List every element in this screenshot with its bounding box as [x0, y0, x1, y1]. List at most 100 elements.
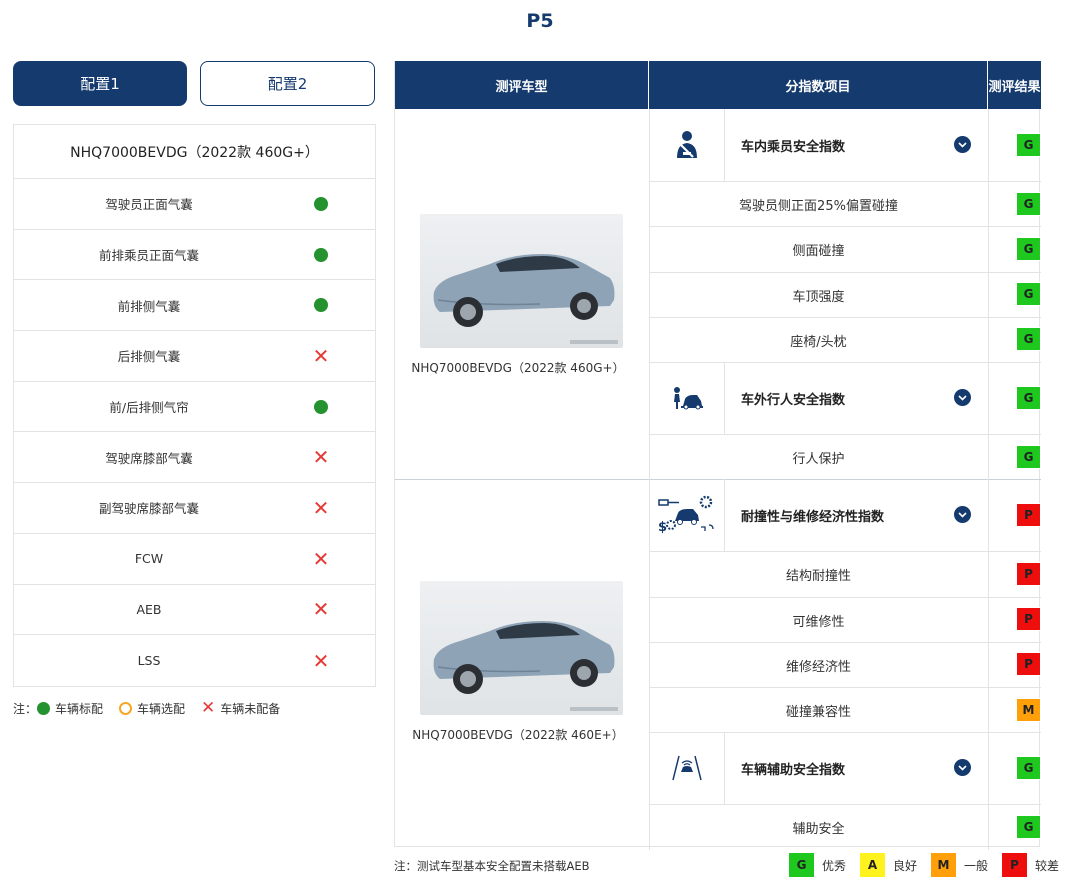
config-row: AEB ✕ — [14, 585, 375, 636]
rating-legend-label: 较差 — [1035, 858, 1060, 873]
not-equipped-cross-icon: ✕ — [312, 445, 330, 470]
sub-item-label: 碰撞兼容性 — [785, 705, 851, 720]
bottom-note: 注：测试车型基本安全配置未搭载AEB — [394, 859, 590, 873]
config-row-label: LSS — [137, 653, 161, 669]
sub-item-label: 结构耐撞性 — [785, 569, 851, 585]
car-photo — [420, 214, 623, 348]
config-row-label: 驾驶席膝部气囊 — [105, 450, 193, 466]
sub-item-label: 侧面碰撞 — [792, 244, 845, 260]
config-row-label: AEB — [136, 601, 162, 617]
config-row: 前排侧气囊 — [14, 280, 375, 332]
rating-legend-item: P 较差 — [1002, 853, 1059, 877]
standard-dot-icon — [312, 398, 330, 416]
rating-legend: G 优秀 A 良好 M 一般 P 较差 — [789, 853, 1059, 877]
sub-item-label: 行人保护 — [792, 452, 845, 467]
not-equipped-cross-icon: ✕ — [201, 698, 216, 718]
config-row-label: 前排侧气囊 — [117, 298, 181, 314]
rating-badge: G — [1016, 236, 1041, 261]
car-photo — [420, 581, 623, 715]
rating-legend-badge: A — [860, 853, 886, 877]
rating-legend-label: 一般 — [964, 858, 989, 873]
rating-legend-badge: M — [931, 853, 957, 877]
standard-dot-icon — [312, 296, 330, 314]
sub-item-label: 辅助安全 — [792, 822, 845, 838]
config-row-label: 后排侧气囊 — [117, 349, 181, 365]
rating-badge: G — [1016, 444, 1041, 469]
config-model-title: NHQ7000BEVDG（2022款 460G+） — [14, 125, 375, 179]
optional-ring-icon — [119, 702, 133, 715]
rating-legend-badge: G — [789, 853, 814, 877]
config-row: 驾驶席膝部气囊 ✕ — [14, 432, 375, 484]
rating-legend-item: A 良好 — [860, 853, 917, 877]
pedestrian-car-icon — [650, 362, 724, 434]
config-table: NHQ7000BEVDG（2022款 460G+） 驾驶员正面气囊 前排乘员正面气… — [13, 124, 376, 687]
tab-config-2[interactable]: 配置2 — [200, 61, 375, 106]
car-caption: NHQ7000BEVDG（2022款 460E+） — [412, 728, 624, 742]
config-row: 副驾驶席膝部气囊 ✕ — [14, 483, 375, 534]
not-equipped-cross-icon: ✕ — [312, 546, 330, 571]
legend-not-equipped: 车辆未配备 — [220, 702, 281, 716]
config-row: LSS ✕ — [14, 635, 375, 686]
rating-badge: P — [1016, 652, 1041, 677]
chevron-down-icon[interactable] — [954, 759, 971, 777]
config-row: 驾驶员正面气囊 — [14, 179, 375, 230]
chevron-down-icon[interactable] — [954, 136, 971, 153]
rating-legend-label: 优秀 — [822, 858, 847, 873]
tab-config-1[interactable]: 配置1 — [13, 61, 187, 106]
config-row-label: FCW — [134, 551, 164, 567]
chevron-down-icon[interactable] — [954, 389, 971, 406]
rating-badge: P — [1016, 561, 1041, 586]
driver-assist-icon — [650, 732, 724, 804]
config-row-label: 前/后排侧气帘 — [109, 400, 189, 416]
config-row: 前/后排侧气帘 — [14, 382, 375, 433]
results-table: 测评车型 分指数项目 测评结果 NHQ7000BEVDG（2022款 460G+… — [394, 61, 1041, 850]
standard-dot-icon — [312, 195, 330, 213]
sub-item-label: 座椅/头枕 — [790, 334, 847, 350]
rating-badge: P — [1016, 607, 1041, 632]
rating-badge: G — [1016, 191, 1041, 216]
not-equipped-cross-icon: ✕ — [312, 648, 330, 673]
legend-standard: 车辆标配 — [55, 702, 104, 716]
sub-item-label: 车顶强度 — [792, 289, 845, 305]
not-equipped-cross-icon: ✕ — [312, 495, 330, 520]
standard-dot-icon — [312, 246, 330, 264]
rating-badge: M — [1016, 697, 1041, 722]
rating-badge: G — [1016, 133, 1041, 157]
not-equipped-cross-icon: ✕ — [312, 597, 330, 622]
rating-badge: G — [1016, 386, 1041, 410]
header-item: 分指数项目 — [649, 61, 988, 109]
rating-badge: G — [1016, 282, 1041, 307]
svg-text:$: $ — [658, 520, 667, 535]
category-title: 耐撞性与维修经济性指数 — [741, 510, 885, 526]
sub-item-label: 维修经济性 — [785, 659, 851, 675]
header-car: 测评车型 — [395, 61, 649, 109]
results-table-header: 测评车型 分指数项目 测评结果 — [395, 61, 1041, 109]
header-result: 测评结果 — [988, 79, 1041, 95]
rating-legend-label: 良好 — [893, 858, 918, 873]
sub-item-label: 驾驶员侧正面25%偏置碰撞 — [739, 199, 898, 214]
seatbelt-occupant-icon — [650, 109, 724, 181]
legend-prefix: 注： — [13, 702, 38, 716]
rating-badge: G — [1016, 756, 1041, 781]
config-row: FCW ✕ — [14, 534, 375, 585]
config-row-label: 驾驶员正面气囊 — [105, 197, 193, 213]
rating-legend-item: M 一般 — [931, 853, 988, 877]
config-row: 后排侧气囊 ✕ — [14, 331, 375, 382]
page-title: P5 — [526, 10, 554, 32]
rating-legend-item: G 优秀 — [789, 853, 846, 877]
config-row: 前排乘员正面气囊 — [14, 230, 375, 281]
chevron-down-icon[interactable] — [954, 506, 971, 524]
config-row-label: 前排乘员正面气囊 — [98, 248, 199, 264]
sub-item-label: 可维修性 — [792, 614, 845, 630]
category-title: 车辆辅助安全指数 — [741, 763, 846, 779]
category-title: 车外行人安全指数 — [741, 393, 846, 408]
repair-cost-icon: $ — [650, 479, 724, 551]
legend-optional: 车辆选配 — [137, 702, 186, 716]
rating-badge: P — [1016, 503, 1041, 528]
car-caption: NHQ7000BEVDG（2022款 460G+） — [411, 361, 625, 375]
category-title: 车内乘员安全指数 — [741, 140, 846, 155]
config-row-label: 副驾驶席膝部气囊 — [98, 501, 199, 517]
rating-legend-badge: P — [1002, 853, 1028, 877]
rating-badge: G — [1016, 327, 1041, 352]
rating-badge: G — [1016, 814, 1041, 839]
